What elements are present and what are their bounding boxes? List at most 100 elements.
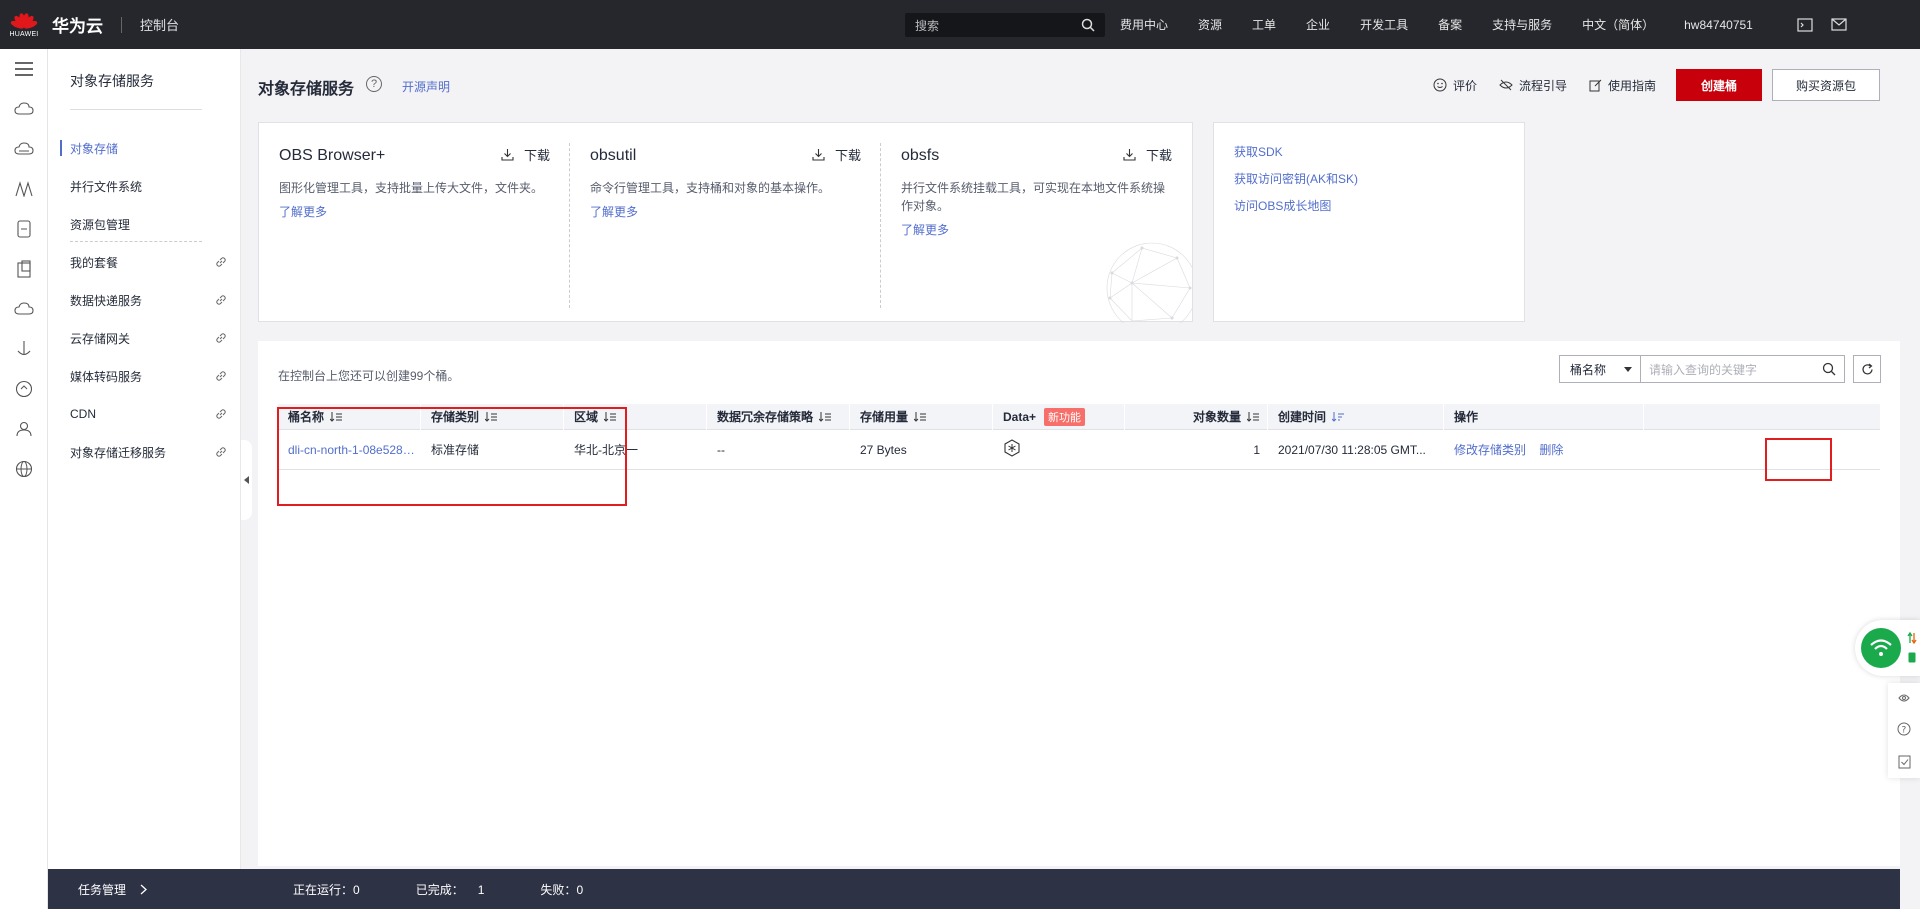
sidebar-item-migration[interactable]: 对象存储迁移服务 xyxy=(48,433,241,471)
delete-bucket-link[interactable]: 删除 xyxy=(1539,443,1563,457)
rate-button[interactable]: 评价 xyxy=(1433,77,1477,94)
sidebar-item-package-mgmt[interactable]: 资源包管理 xyxy=(48,205,241,243)
nav-resources[interactable]: 资源 xyxy=(1198,16,1222,33)
column-label: 存储用量 xyxy=(860,410,909,424)
nav-enterprise[interactable]: 企业 xyxy=(1306,16,1330,33)
sidebar-item-object-storage[interactable]: 对象存储 xyxy=(48,129,241,167)
bucket-name-link[interactable]: dli-cn-north-1-08e528e51e... xyxy=(278,443,421,457)
help-icon[interactable]: ? xyxy=(366,76,382,92)
nav-dev-tools[interactable]: 开发工具 xyxy=(1360,16,1408,33)
sort-desc-icon[interactable] xyxy=(1332,411,1345,422)
nav-billing[interactable]: 费用中心 xyxy=(1120,16,1168,33)
download-button[interactable]: 下载 xyxy=(812,145,861,164)
huawei-flower-icon xyxy=(9,11,39,30)
learn-more-link[interactable]: 了解更多 xyxy=(901,221,949,238)
sidebar-item-parallel-fs[interactable]: 并行文件系统 xyxy=(48,167,241,205)
question-icon[interactable]: ? xyxy=(1897,722,1911,736)
sidebar-item-media-transcode[interactable]: 媒体转码服务 xyxy=(48,357,241,395)
nav-language[interactable]: 中文（简体） xyxy=(1582,16,1654,33)
header-actions: 评价 流程引导 使用指南 创建桶 购买资源包 xyxy=(1411,69,1880,101)
nav-tickets[interactable]: 工单 xyxy=(1252,16,1276,33)
brand-name[interactable]: 华为云 xyxy=(52,12,103,37)
col-storage-class[interactable]: 存储类别 xyxy=(421,403,564,430)
network-widget[interactable] xyxy=(1855,620,1920,676)
col-redundancy[interactable]: 数据冗余存储策略 xyxy=(707,403,850,430)
col-created-time[interactable]: 创建时间 xyxy=(1268,403,1444,430)
download-button[interactable]: 下载 xyxy=(1123,145,1172,164)
filter-field-select[interactable]: 桶名称 xyxy=(1559,355,1641,383)
download-button[interactable]: 下载 xyxy=(501,145,550,164)
sidebar-item-storage-gateway[interactable]: 云存储网关 xyxy=(48,319,241,357)
huawei-logo[interactable]: HUAWEI xyxy=(0,0,48,49)
sort-icon[interactable] xyxy=(819,411,832,422)
task-manager-toggle[interactable]: 任务管理 xyxy=(78,881,147,898)
deploy-icon[interactable] xyxy=(0,329,48,369)
buy-package-button[interactable]: 购买资源包 xyxy=(1772,69,1880,101)
guide-button[interactable]: 流程引导 xyxy=(1499,77,1567,94)
col-bucket-name[interactable]: 桶名称 xyxy=(278,403,421,430)
create-bucket-button[interactable]: 创建桶 xyxy=(1676,69,1762,101)
nav-icp[interactable]: 备案 xyxy=(1438,16,1462,33)
col-data-plus: Data+ 新功能 xyxy=(993,403,1125,430)
cloud-server-icon[interactable] xyxy=(0,89,48,129)
logo-text: HUAWEI xyxy=(9,31,39,38)
nav-support[interactable]: 支持与服务 xyxy=(1492,16,1552,33)
column-label: 操作 xyxy=(1454,410,1479,424)
status-value: 1 xyxy=(477,882,485,897)
network-icon[interactable] xyxy=(0,169,48,209)
col-object-count[interactable]: 对象数量 xyxy=(1125,403,1268,430)
tool-obsutil: obsutil 下载 命令行管理工具，支持桶和对象的基本操作。 了解更多 xyxy=(570,123,881,323)
feedback-icon[interactable] xyxy=(1898,755,1911,769)
refresh-button[interactable] xyxy=(1853,355,1881,383)
manual-button[interactable]: 使用指南 xyxy=(1589,77,1656,94)
task-bar: 任务管理 正在运行：0 已完成： 1 失败：0 xyxy=(48,869,1900,909)
get-sdk-link[interactable]: 获取SDK xyxy=(1234,143,1504,160)
modify-storage-class-link[interactable]: 修改存储类别 xyxy=(1454,443,1526,457)
terminal-icon[interactable] xyxy=(1795,15,1815,35)
get-access-keys-link[interactable]: 获取访问密钥(AK和SK) xyxy=(1234,170,1504,187)
people-icon[interactable] xyxy=(0,409,48,449)
learn-more-link[interactable]: 了解更多 xyxy=(279,203,327,220)
sidebar-item-label: 我的套餐 xyxy=(70,255,119,270)
cloud-storage-icon[interactable] xyxy=(0,129,48,169)
sort-icon[interactable] xyxy=(485,411,498,422)
bucket-search-input[interactable]: 请输入查询的关键字 xyxy=(1641,355,1845,383)
search-icon[interactable] xyxy=(1822,362,1836,376)
external-link-icon xyxy=(216,447,226,457)
menu-icon[interactable] xyxy=(0,49,48,89)
sidebar-collapse-handle[interactable] xyxy=(241,440,252,520)
sort-icon[interactable] xyxy=(330,411,343,422)
manual-label: 使用指南 xyxy=(1607,78,1656,93)
bucket-table: 桶名称 存储类别 区域 数据冗余存储策略 存储用量 Data+ 新功能 对象数量 … xyxy=(278,403,1880,470)
sort-icon[interactable] xyxy=(604,411,617,422)
sort-icon[interactable] xyxy=(914,411,927,422)
storage-class-cell: 标准存储 xyxy=(431,443,480,457)
obs-growth-map-link[interactable]: 访问OBS成长地图 xyxy=(1234,197,1504,214)
usage-cell: 27 Bytes xyxy=(860,442,907,457)
global-search-input[interactable]: 搜索 xyxy=(905,13,1105,37)
analytics-icon[interactable] xyxy=(0,369,48,409)
database-icon[interactable] xyxy=(0,209,48,249)
console-link[interactable]: 控制台 xyxy=(140,15,179,34)
search-icon[interactable] xyxy=(1081,18,1095,32)
tool-description: 命令行管理工具，支持桶和对象的基本操作。 xyxy=(590,181,831,195)
divider xyxy=(70,241,202,242)
globe-icon[interactable] xyxy=(0,449,48,489)
open-source-link[interactable]: 开源声明 xyxy=(402,78,450,95)
service-icon[interactable] xyxy=(1897,692,1911,704)
actions-cell: 修改存储类别 删除 xyxy=(1444,441,1644,458)
mail-icon[interactable] xyxy=(1829,15,1849,35)
col-usage[interactable]: 存储用量 xyxy=(850,403,993,430)
status-label: 正在运行： xyxy=(293,882,354,897)
security-icon[interactable] xyxy=(0,249,48,289)
sidebar-item-cdn[interactable]: CDN xyxy=(48,395,241,433)
data-plus-icon[interactable] xyxy=(1003,439,1021,457)
learn-more-link[interactable]: 了解更多 xyxy=(590,203,638,220)
cloud-icon[interactable] xyxy=(0,289,48,329)
col-region[interactable]: 区域 xyxy=(564,403,707,430)
sidebar-item-my-package[interactable]: 我的套餐 xyxy=(48,243,241,281)
sort-icon[interactable] xyxy=(1247,411,1259,422)
service-icon-rail xyxy=(0,49,48,909)
nav-username[interactable]: hw84740751 xyxy=(1684,18,1753,32)
sidebar-item-data-express[interactable]: 数据快递服务 xyxy=(48,281,241,319)
